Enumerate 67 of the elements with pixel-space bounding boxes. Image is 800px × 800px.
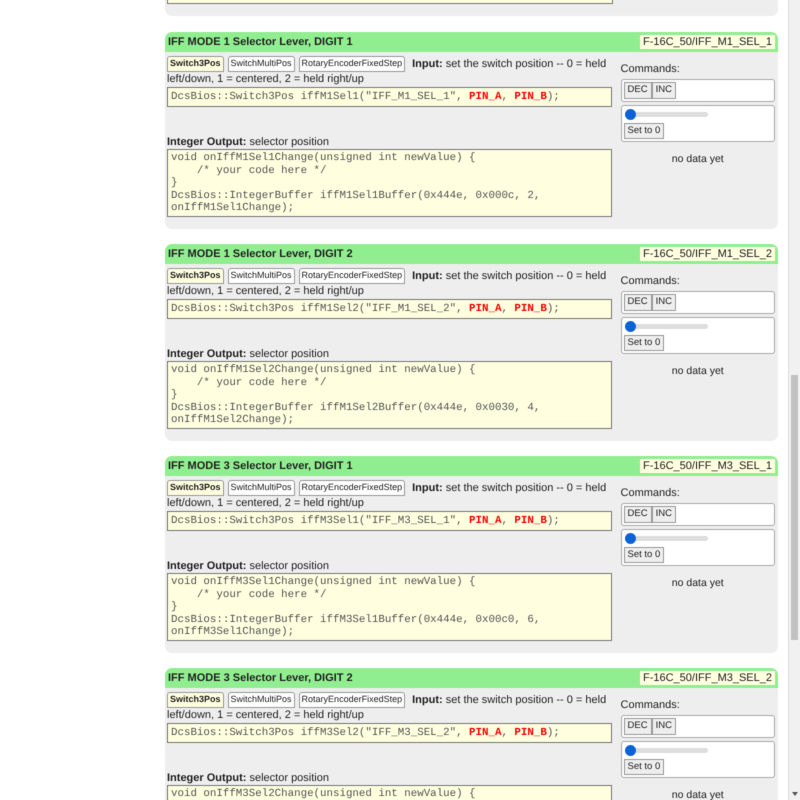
input-description: Input: set the switch position -- 0 = held [412, 693, 606, 708]
input-description: left/down, 1 = centered, 2 = held right/up [167, 496, 365, 510]
set-button[interactable]: Set to 0 [624, 122, 664, 139]
tab[interactable]: Switch3Pos [167, 56, 224, 72]
card-title: IFF MODE 1 Selector Lever, DIGIT 2 [168, 246, 353, 262]
command-button[interactable]: INC [652, 506, 676, 523]
code-block: DcsBios::Switch3Pos iffM3Sel2("IFF_M3_SEL_2", PIN_A, PIN_B); [167, 722, 612, 744]
slider-thumb[interactable] [624, 744, 636, 756]
card-title: IFF MODE 3 Selector Lever, DIGIT 1 [168, 458, 353, 474]
code-block: DcsBios::Switch3Pos iffM1Sel2("IFF_M1_SEL_2", PIN_A, PIN_B); [167, 298, 612, 320]
tab[interactable]: Switch3Pos [167, 692, 224, 708]
slider-thumb[interactable] [624, 108, 636, 120]
command-button[interactable]: DEC [624, 294, 652, 311]
code-block: void onIffM1Sel1Change(unsigned int newValue) { /* your code here */ } DcsBios::IntegerBuffer iffM1Sel1Buffer(0x444e, 0x000c, 2, onIffM1Sel1Change); [167, 149, 612, 218]
identifier-label: F-16C_50/IFF_M1_SEL_2 [640, 246, 775, 262]
tab[interactable]: RotaryEncoderFixedStep [298, 268, 406, 284]
code-block: DcsBios::Switch3Pos iffM1Sel1("IFF_M1_SEL_1", PIN_A, PIN_B); [167, 86, 612, 108]
command-button[interactable]: DEC [624, 506, 652, 523]
commands-label: Commands: [620, 486, 681, 500]
output-description: Integer Output: selector position [167, 771, 330, 786]
input-description: Input: set the switch position -- 0 = held [412, 269, 606, 284]
down-arrow-icon[interactable] [792, 792, 798, 796]
tab[interactable]: SwitchMultiPos [228, 268, 295, 284]
command-button[interactable]: DEC [624, 718, 652, 735]
scrollbar[interactable] [788, 0, 800, 800]
card-title: IFF MODE 3 Selector Lever, DIGIT 2 [168, 670, 353, 686]
status-text: no data yet [670, 788, 725, 800]
set-button[interactable]: Set to 0 [624, 334, 664, 351]
code-block: void onIffM1Sel2Change(unsigned int newValue) { /* your code here */ } DcsBios::IntegerBuffer iffM1Sel2Buffer(0x444e, 0x0030, 4, onIffM1Sel2Change); [167, 361, 612, 430]
set-button[interactable]: Set to 0 [624, 758, 664, 775]
input-description: left/down, 1 = centered, 2 = held right/up [167, 284, 365, 298]
commands-label: Commands: [620, 698, 681, 712]
set-button[interactable]: Set to 0 [624, 546, 664, 563]
tab[interactable]: RotaryEncoderFixedStep [298, 56, 406, 72]
input-description: Input: set the switch position -- 0 = held [412, 481, 606, 496]
command-button[interactable]: INC [652, 82, 676, 99]
tab[interactable]: RotaryEncoderFixedStep [298, 480, 406, 496]
tab[interactable]: RotaryEncoderFixedStep [298, 692, 406, 708]
output-description: Integer Output: selector position [167, 559, 330, 574]
output-description: Integer Output: selector position [167, 135, 330, 150]
slider-thumb[interactable] [624, 320, 636, 332]
tab[interactable]: SwitchMultiPos [228, 480, 295, 496]
identifier-label: F-16C_50/IFF_M3_SEL_2 [640, 670, 775, 686]
code-block: void onIffM3Sel2Change(unsigned int newValue) { [167, 785, 612, 800]
tab[interactable]: Switch3Pos [167, 480, 224, 496]
tab[interactable]: SwitchMultiPos [228, 56, 295, 72]
output-description: Integer Output: selector position [167, 347, 330, 362]
identifier-label: F-16C_50/IFF_M1_SEL_1 [640, 34, 775, 50]
status-text: no data yet [670, 576, 725, 590]
tab[interactable]: Switch3Pos [167, 268, 224, 284]
scrollbar-thumb[interactable] [791, 375, 798, 640]
commands-label: Commands: [620, 274, 681, 288]
command-button[interactable]: DEC [624, 82, 652, 99]
input-description: left/down, 1 = centered, 2 = held right/up [167, 72, 365, 86]
tab[interactable]: SwitchMultiPos [228, 692, 295, 708]
input-description: left/down, 1 = centered, 2 = held right/up [167, 708, 365, 722]
code-block: DcsBios::Switch3Pos iffM3Sel1("IFF_M3_SEL_1", PIN_A, PIN_B); [167, 510, 612, 532]
status-text: no data yet [670, 364, 725, 378]
code-block: void onIffM3Sel1Change(unsigned int newValue) { /* your code here */ } DcsBios::IntegerBuffer iffM3Sel1Buffer(0x444e, 0x00c0, 6, onIffM3Sel1Change); [167, 573, 612, 642]
card-title: IFF MODE 1 Selector Lever, DIGIT 1 [168, 34, 353, 50]
slider-thumb[interactable] [624, 532, 636, 544]
status-text: no data yet [670, 152, 725, 166]
identifier-label: F-16C_50/IFF_M3_SEL_1 [640, 458, 775, 474]
input-description: Input: set the switch position -- 0 = held [412, 57, 606, 72]
command-button[interactable]: INC [652, 294, 676, 311]
commands-label: Commands: [620, 62, 681, 76]
command-button[interactable]: INC [652, 718, 676, 735]
